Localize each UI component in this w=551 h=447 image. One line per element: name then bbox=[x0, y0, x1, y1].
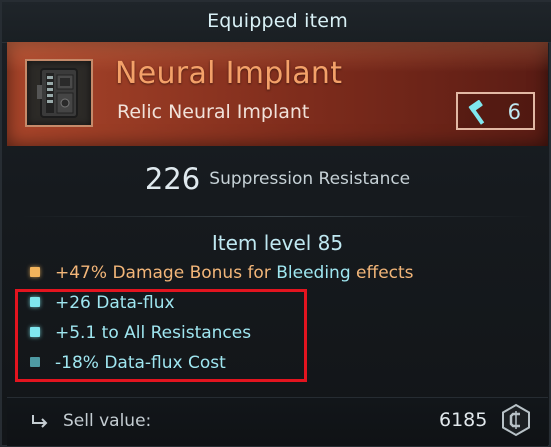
orange-bullet-icon bbox=[30, 267, 40, 277]
primary-stat-label: Suppression Resistance bbox=[209, 169, 411, 189]
item-type: Relic Neural Implant bbox=[117, 101, 310, 123]
item-icon[interactable] bbox=[25, 59, 93, 127]
item-header: Neural Implant Relic Neural Implant 6 bbox=[7, 42, 548, 146]
crafting-level-badge[interactable]: 6 bbox=[456, 92, 535, 130]
neural-implant-icon bbox=[37, 68, 78, 118]
hammer-icon bbox=[468, 100, 485, 125]
item-level: Item level 85 bbox=[211, 231, 344, 255]
tooltip-titlebar: Equipped item bbox=[2, 2, 551, 43]
crafting-level-value: 6 bbox=[507, 100, 521, 124]
item-name: Neural Implant bbox=[115, 56, 343, 91]
divider bbox=[18, 216, 537, 217]
sell-arrow-icon bbox=[32, 415, 48, 428]
stat-line-damage-bonus: +47% Damage Bonus for Bleeding effects bbox=[30, 263, 414, 287]
primary-stat-value: 226 bbox=[144, 162, 201, 196]
sell-value-label: Sell value: bbox=[63, 411, 152, 431]
tooltip-title: Equipped item bbox=[207, 10, 348, 32]
sell-value-amount: 6185 bbox=[439, 409, 488, 431]
item-tooltip: Equipped item Neural Implant Relic Neura… bbox=[0, 0, 551, 447]
primary-stat: 226 Suppression Resistance bbox=[2, 162, 551, 196]
highlight-annotation-box bbox=[15, 289, 307, 382]
tooltip-footer: Sell value: 6185 bbox=[7, 397, 548, 446]
credits-icon bbox=[502, 403, 530, 437]
